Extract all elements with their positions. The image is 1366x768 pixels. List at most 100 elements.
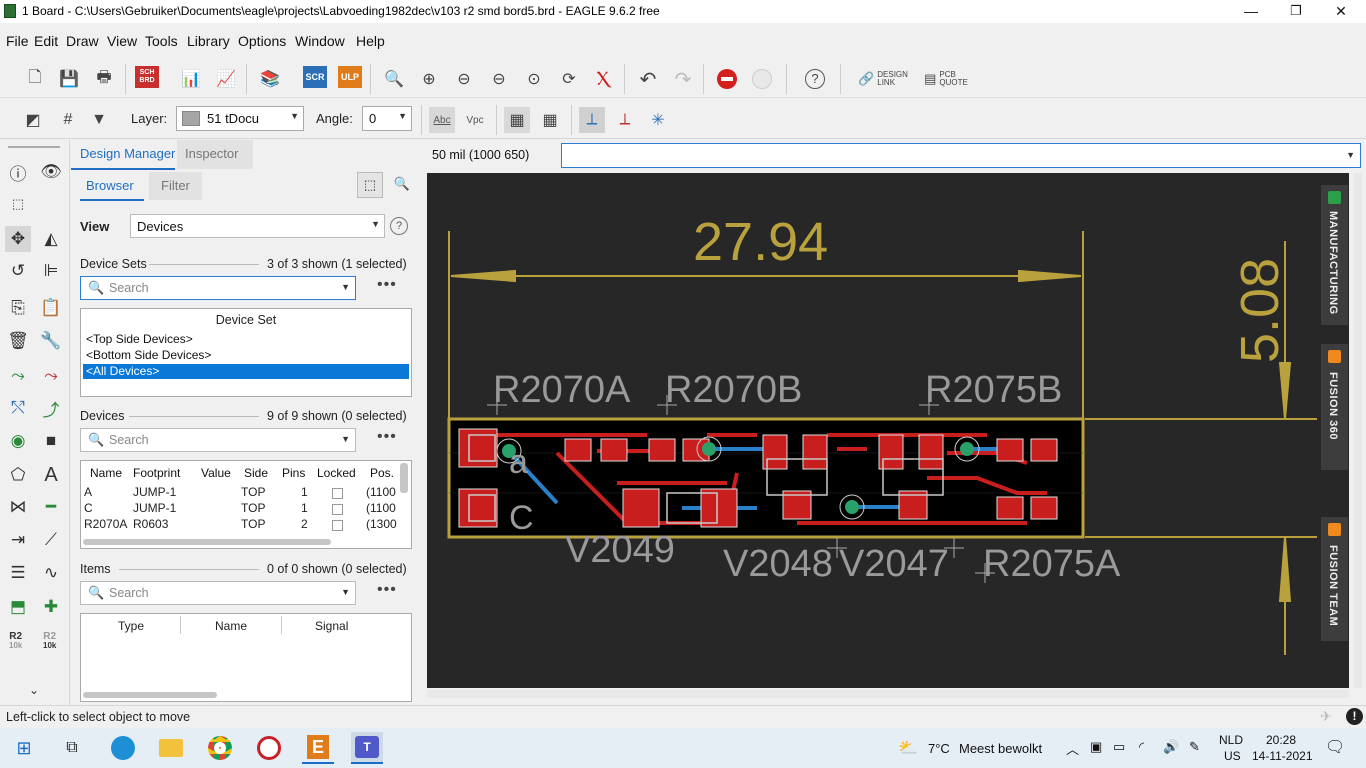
move-icon[interactable]: ✥ xyxy=(5,226,31,252)
vertical-scrollbar[interactable] xyxy=(400,463,408,493)
save-icon[interactable]: 💾 xyxy=(56,66,82,92)
warning-icon[interactable]: ! xyxy=(1346,708,1363,725)
volume-icon[interactable]: 🔊 xyxy=(1163,739,1179,755)
tab-inspector[interactable]: Inspector xyxy=(177,140,253,169)
menu-file[interactable]: File xyxy=(6,33,29,49)
col-pos[interactable]: Pos. xyxy=(370,466,394,480)
go-icon[interactable] xyxy=(749,66,775,92)
notification-icon[interactable]: 🗨 xyxy=(1325,737,1345,757)
grid-icon[interactable]: # xyxy=(55,107,81,133)
help-icon[interactable]: ? xyxy=(802,66,828,92)
windows-start-icon[interactable]: ⊞ xyxy=(8,732,40,764)
teams-icon[interactable]: T xyxy=(351,732,383,764)
route-icon[interactable]: ⤳ xyxy=(5,363,31,389)
locked-checkbox[interactable] xyxy=(332,520,343,531)
fanout-icon[interactable]: ⤲ xyxy=(5,395,31,421)
menu-view[interactable]: View xyxy=(107,33,137,49)
col-name[interactable]: Name xyxy=(90,466,122,480)
battery-icon[interactable]: ▭ xyxy=(1113,739,1125,755)
align-free-icon[interactable]: ▦ xyxy=(537,107,563,133)
eagle-taskbar-icon[interactable]: E xyxy=(302,732,334,764)
locked-checkbox[interactable] xyxy=(332,504,343,515)
part-label-c[interactable]: C xyxy=(509,499,534,538)
fusion-team-tab[interactable]: FUSION TEAM xyxy=(1321,517,1348,641)
menu-edit[interactable]: Edit xyxy=(34,33,58,49)
part-label-v2047[interactable]: V2047 xyxy=(839,543,949,586)
col-side[interactable]: Side xyxy=(244,466,268,480)
align-grid-icon[interactable]: ▦ xyxy=(504,107,530,133)
wire-icon[interactable]: ━ xyxy=(38,494,64,520)
tab-design-manager[interactable]: Design Manager xyxy=(80,146,175,161)
pen-icon[interactable]: ✎ xyxy=(1189,739,1200,755)
add-part-icon[interactable]: ⬒ xyxy=(5,594,31,620)
name-value-button[interactable]: R2 10k xyxy=(9,632,22,651)
smd-icon[interactable]: ■ xyxy=(38,428,64,454)
manufacturing-tab[interactable]: MANUFACTURING xyxy=(1321,185,1348,325)
part-label-r2075b[interactable]: R2075B xyxy=(925,369,1062,412)
edge-icon[interactable] xyxy=(107,732,139,764)
menu-tools[interactable]: Tools xyxy=(145,33,178,49)
part-label-r2070b[interactable]: R2070B xyxy=(665,369,802,412)
list-item[interactable]: <Top Side Devices> xyxy=(83,332,409,347)
menu-window[interactable]: Window xyxy=(295,33,345,49)
part-label-r2075a[interactable]: R2075A xyxy=(983,543,1120,586)
text-icon[interactable]: A xyxy=(38,462,64,488)
ripup-icon[interactable]: ⤳ xyxy=(38,363,64,389)
expand-icon[interactable]: ⌄ xyxy=(21,677,47,703)
via-icon[interactable]: ◉ xyxy=(5,428,31,454)
align-icon[interactable]: ⊫ xyxy=(38,258,64,284)
app-icon-red[interactable] xyxy=(253,732,285,764)
close-button[interactable]: ✕ xyxy=(1318,0,1364,23)
info-icon[interactable]: ⓘ xyxy=(5,159,31,185)
paste-icon[interactable]: 📋 xyxy=(38,295,64,321)
part-label-r2070a[interactable]: R2070A xyxy=(493,369,630,412)
menu-options[interactable]: Options xyxy=(238,33,286,49)
devices-more-icon[interactable]: ••• xyxy=(377,428,397,446)
language-bottom[interactable]: US xyxy=(1224,749,1241,763)
task-view-icon[interactable]: ⧉ xyxy=(56,732,88,764)
device-set-header[interactable]: Device Set xyxy=(81,313,411,327)
line-icon[interactable]: ⟋ xyxy=(38,527,64,553)
part-label-v2049[interactable]: V2049 xyxy=(565,529,675,572)
menu-library[interactable]: Library xyxy=(187,33,230,49)
file-explorer-icon[interactable] xyxy=(155,732,187,764)
layer-settings-icon[interactable]: ◩ xyxy=(20,107,46,133)
horizontal-scrollbar[interactable] xyxy=(83,539,331,545)
change-icon[interactable]: 🔧 xyxy=(38,328,64,354)
col-signal[interactable]: Signal xyxy=(315,619,348,633)
menu-draw[interactable]: Draw xyxy=(66,33,99,49)
filter-icon[interactable]: ▼ xyxy=(86,107,112,133)
chrome-icon[interactable] xyxy=(204,732,236,764)
col-pins[interactable]: Pins xyxy=(282,466,305,480)
part-label-v2048[interactable]: V2048 xyxy=(723,543,833,586)
split-icon[interactable]: ⇥ xyxy=(5,527,31,553)
menu-help[interactable]: Help xyxy=(356,33,385,49)
table-row[interactable]: C JUMP-1 TOP 1 (1100 xyxy=(83,501,399,517)
cam-icon[interactable]: 📊 xyxy=(178,66,204,92)
clock-date[interactable]: 14-11-2021 xyxy=(1252,749,1313,763)
ratsnest-icon[interactable]: Ⲭ xyxy=(590,66,616,92)
text-upright-button[interactable]: Abc xyxy=(429,107,455,133)
canvas-vertical-scrollbar[interactable] xyxy=(1354,173,1362,688)
open-icon[interactable]: 🗋 xyxy=(22,66,48,92)
part-label-a[interactable]: a xyxy=(509,443,528,482)
list-item[interactable]: <Bottom Side Devices> xyxy=(83,348,409,363)
signal-icon[interactable]: ⋈ xyxy=(5,494,31,520)
horizontal-scrollbar[interactable] xyxy=(83,692,217,698)
select-icon[interactable]: ⬚ xyxy=(5,191,31,217)
airwire-icon[interactable]: ✳ xyxy=(645,107,671,133)
tray-network-icon[interactable]: ▣ xyxy=(1090,739,1102,755)
view-select[interactable]: Devices ▼ xyxy=(130,214,385,238)
device-sets-more-icon[interactable]: ••• xyxy=(377,276,397,294)
view-help-icon[interactable]: ? xyxy=(390,217,408,235)
table-row[interactable]: A JUMP-1 TOP 1 (1100 xyxy=(83,485,399,501)
width-dimension-label[interactable]: 27.94 xyxy=(693,211,828,273)
delete-icon[interactable]: 🗑 xyxy=(5,328,31,354)
pin-icon[interactable]: ✈ xyxy=(1320,708,1332,725)
design-link-button[interactable]: 🔗 DESIGN LINK xyxy=(856,66,910,92)
export-icon[interactable]: 📈 xyxy=(213,66,239,92)
locked-checkbox[interactable] xyxy=(332,488,343,499)
col-type[interactable]: Type xyxy=(118,619,144,633)
layer-select[interactable]: 51 tDocu ▼ xyxy=(176,106,304,131)
smash-button[interactable]: R2 10k xyxy=(43,632,56,651)
